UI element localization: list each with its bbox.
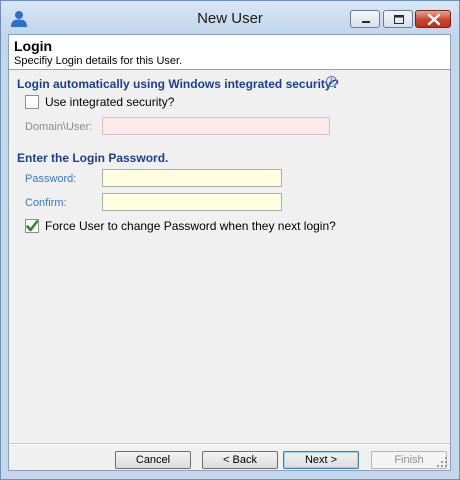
new-user-window: New User Login Specifiy Login details fo…	[0, 0, 460, 480]
minimize-icon	[362, 21, 370, 23]
login-password-heading: Enter the Login Password.	[17, 151, 169, 165]
password-field[interactable]	[102, 169, 282, 187]
checkmark-icon	[26, 220, 39, 232]
force-password-change-checkbox[interactable]	[25, 219, 39, 233]
use-integrated-security-checkbox[interactable]	[25, 95, 39, 109]
domain-user-label: Domain\User:	[25, 121, 93, 133]
back-button[interactable]: < Back	[202, 451, 278, 469]
confirm-password-field[interactable]	[102, 193, 282, 211]
maximize-icon	[394, 15, 404, 24]
close-button[interactable]	[415, 10, 451, 28]
resize-grip-icon[interactable]	[436, 456, 448, 468]
confirm-label: Confirm:	[25, 197, 67, 209]
page-title: Login	[14, 38, 53, 54]
minimize-button[interactable]	[350, 10, 380, 28]
cancel-button[interactable]: Cancel	[115, 451, 191, 469]
use-integrated-security-label[interactable]: Use integrated security?	[45, 95, 174, 109]
integrated-security-heading: Login automatically using Windows integr…	[17, 77, 339, 91]
dialog-body: Login Specifiy Login details for this Us…	[8, 34, 451, 471]
info-icon[interactable]: i	[326, 76, 337, 87]
page-subtitle: Specifiy Login details for this User.	[14, 55, 183, 67]
footer-divider	[9, 443, 450, 444]
close-icon	[427, 13, 441, 26]
title-bar[interactable]: New User	[1, 1, 459, 33]
maximize-button[interactable]	[383, 10, 413, 28]
next-button[interactable]: Next >	[283, 451, 359, 469]
domain-user-field[interactable]	[102, 117, 330, 135]
page-header: Login Specifiy Login details for this Us…	[9, 35, 450, 70]
force-password-change-label[interactable]: Force User to change Password when they …	[45, 219, 336, 233]
password-label: Password:	[25, 173, 77, 185]
